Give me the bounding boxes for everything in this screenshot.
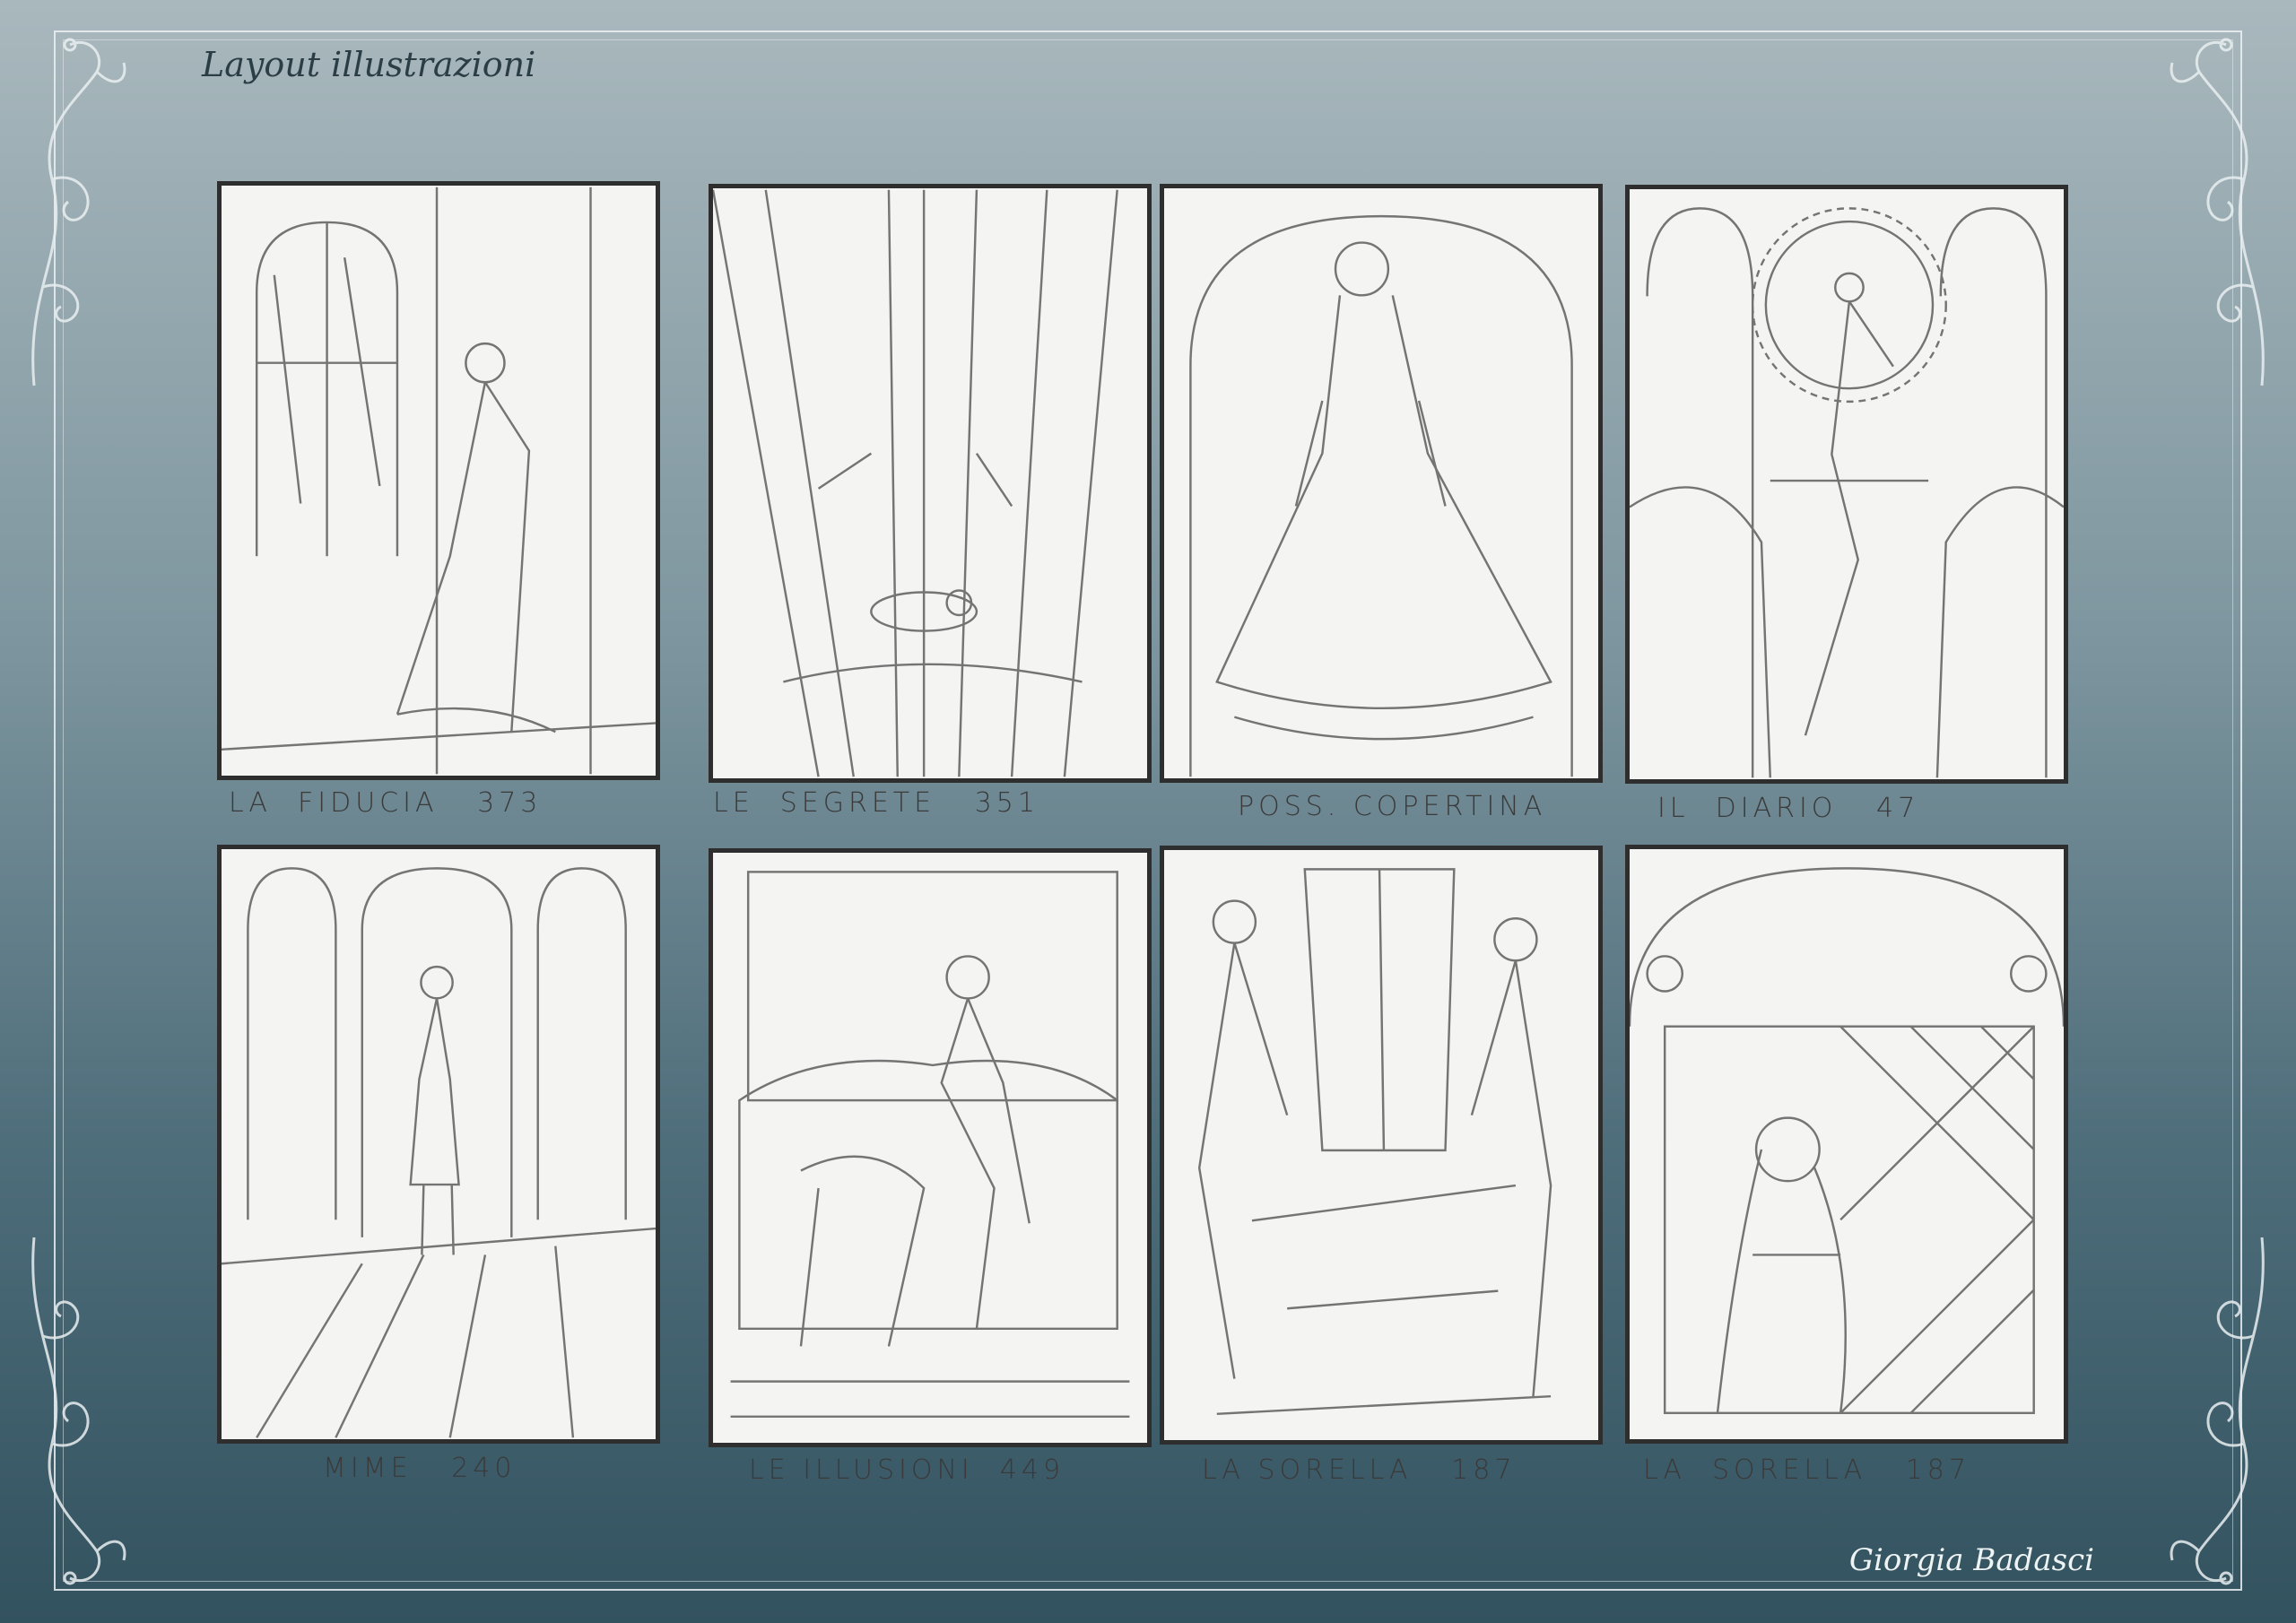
ornament-bottom-right-icon	[2170, 1237, 2265, 1585]
sketch-figures-at-doorway-icon	[1197, 868, 1552, 1416]
sketch-girl-in-mirror-icon	[1630, 867, 2064, 1415]
sketch-woman-at-windows-icon	[222, 867, 656, 1438]
sketch-figure-at-mirror-icon	[1630, 207, 2064, 778]
sketch-woman-at-door-icon	[222, 187, 656, 775]
panel-caption: IL DIARIO 47	[1657, 793, 1920, 824]
panel-le-segrete[interactable]	[709, 184, 1152, 783]
panel-caption: MIME 240	[323, 1453, 517, 1484]
artist-signature: Giorgia Badasci	[1848, 1542, 2094, 1578]
ornament-top-left-icon	[31, 38, 126, 386]
panel-la-sorella-2[interactable]	[1625, 845, 2068, 1444]
panel-caption: LE ILLUSIONI 449	[749, 1454, 1065, 1486]
panel-il-diario[interactable]	[1625, 185, 2068, 784]
page-title: Layout illustrazioni	[202, 45, 536, 84]
sketch-girl-on-bed-icon	[730, 871, 1130, 1419]
panel-caption: LA FIDUCIA 373	[229, 787, 543, 819]
panel-mime[interactable]	[217, 845, 660, 1444]
panel-poss-copertina[interactable]	[1160, 184, 1603, 783]
panel-caption: LA SORELLA 187	[1643, 1454, 1970, 1486]
sketch-curtain-figure-icon	[713, 189, 1118, 777]
ornament-bottom-left-icon	[31, 1237, 126, 1585]
sketch-woman-portrait-icon	[1189, 214, 1573, 777]
ornament-top-right-icon	[2170, 38, 2265, 386]
panel-le-illusioni[interactable]	[709, 848, 1152, 1447]
panel-caption: LE SEGRETE 351	[713, 787, 1039, 819]
panel-caption: POSS. COPERTINA	[1238, 791, 1547, 822]
panel-la-fiducia[interactable]	[217, 181, 660, 780]
panel-caption: LA SORELLA 187	[1202, 1454, 1517, 1486]
panel-la-sorella-1[interactable]	[1160, 846, 1603, 1445]
